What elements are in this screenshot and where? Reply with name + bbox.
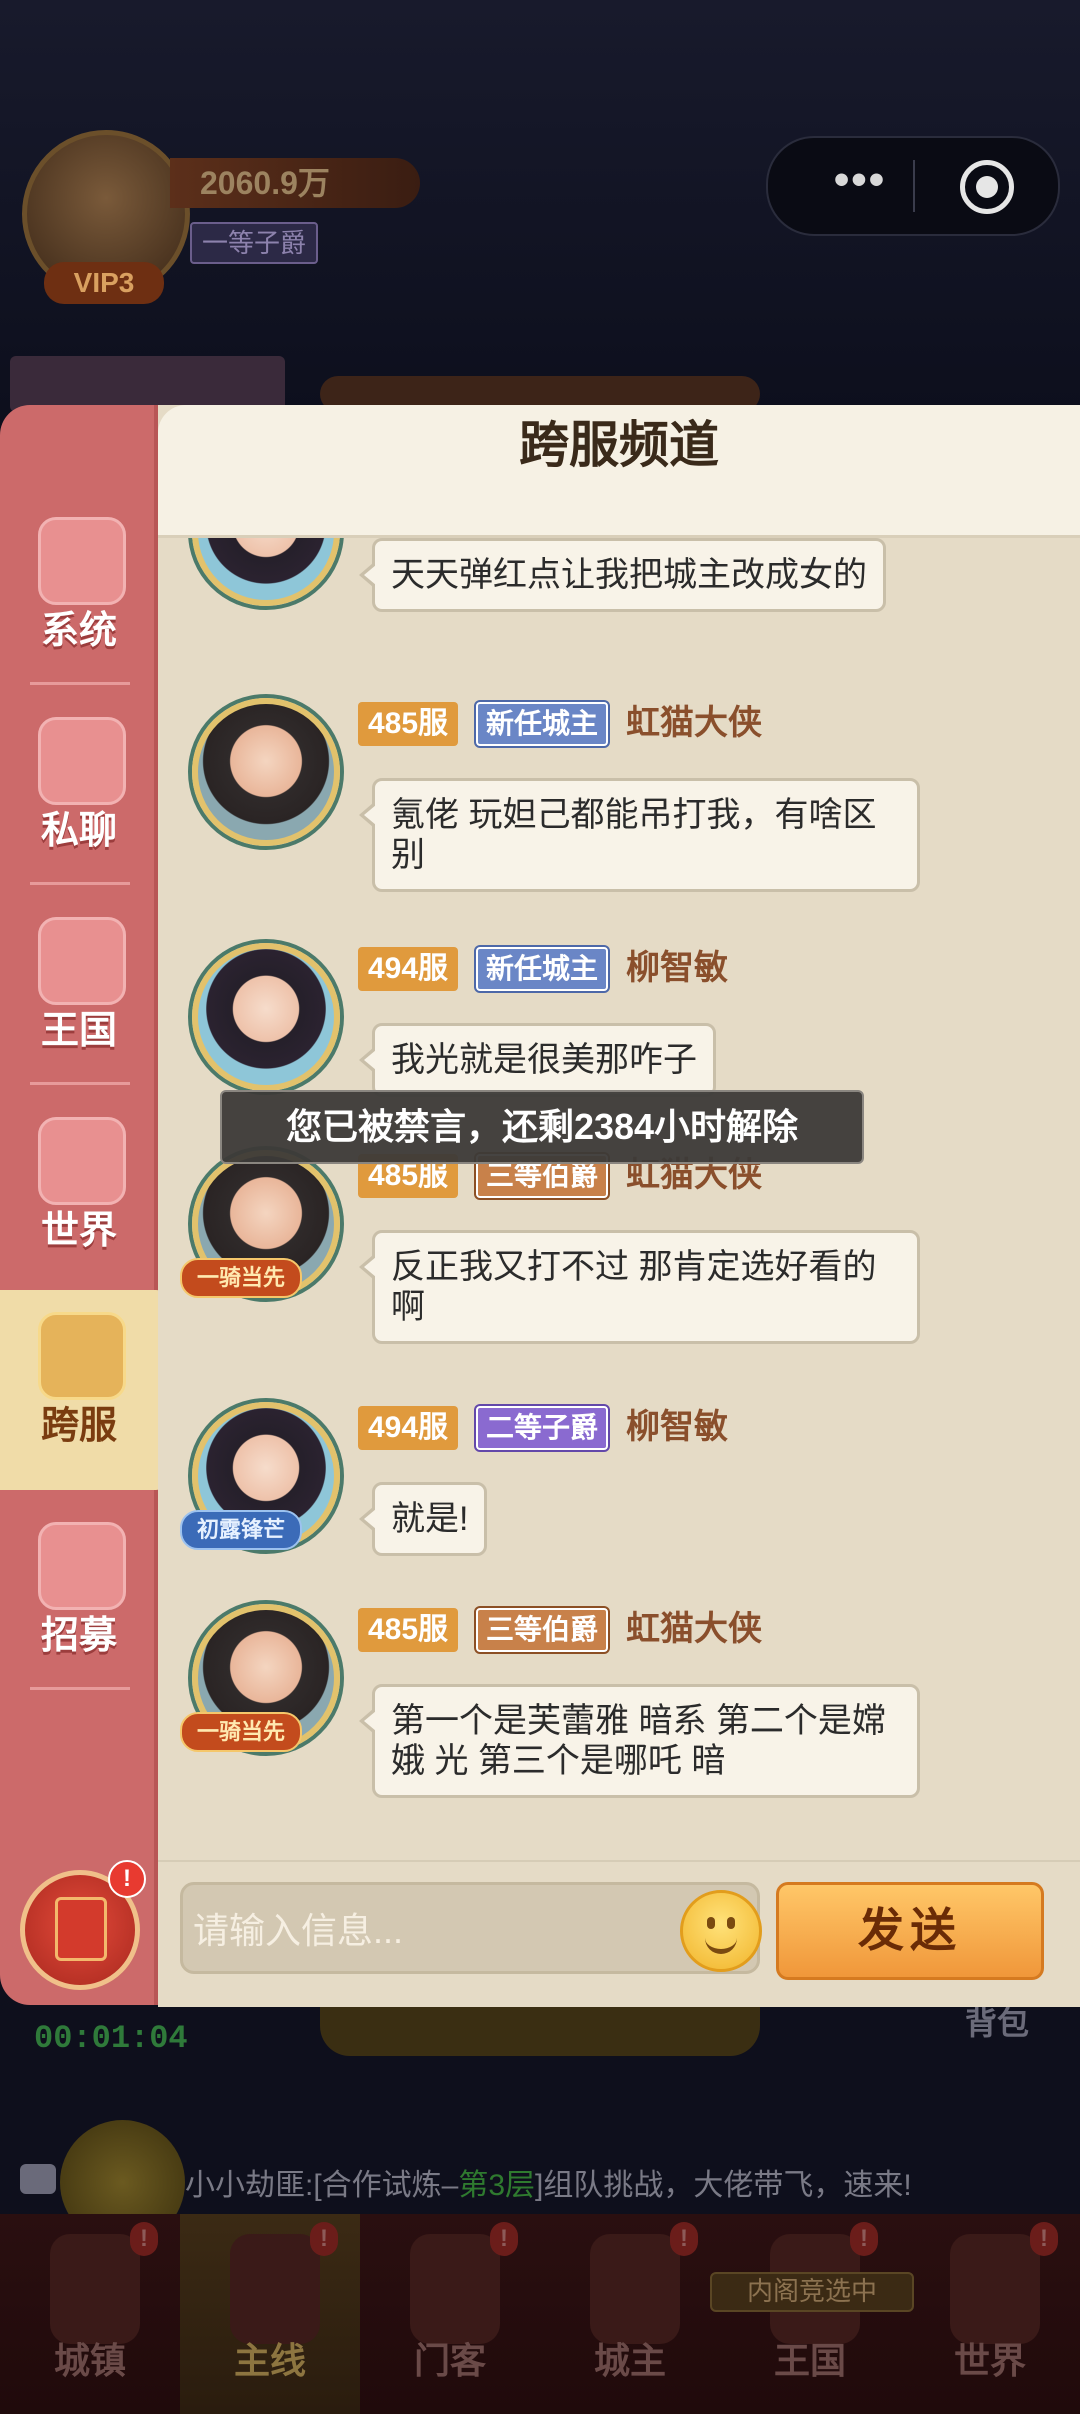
message-list[interactable]: 天天弹红点让我把城主改成女的 485服 新任城主 虹猫大侠 氪佬 玩妲己都能吊打…: [158, 538, 1080, 1858]
message-bubble: 就是!: [358, 1482, 488, 1556]
nav-label: 城镇: [53, 2340, 126, 2381]
title-tag: 新任城主: [476, 947, 609, 991]
event-banner: [10, 356, 285, 412]
nav-badge: !: [670, 2222, 698, 2256]
nav-item-town[interactable]: ! 城镇: [0, 2214, 180, 2414]
send-button[interactable]: 发送: [776, 1882, 1044, 1980]
tab-label: 王国: [40, 1010, 117, 1052]
tab-kingdom[interactable]: 王国: [0, 895, 158, 1085]
nav-label: 主线: [233, 2340, 306, 2381]
nav-item-kingdom[interactable]: 内阁竞选中 ! 王国: [710, 2214, 914, 2414]
tab-label: 私聊: [40, 810, 117, 852]
nav-badge: !: [1030, 2222, 1058, 2256]
player-rank: 一等子爵: [190, 222, 319, 264]
countdown-timer: 00:01:04: [34, 2020, 188, 2057]
lord-icon: [590, 2234, 680, 2344]
mainline-icon: [230, 2234, 320, 2344]
player-name[interactable]: 柳智敏: [626, 945, 728, 991]
nav-badge: !: [130, 2222, 158, 2256]
nav-badge: !: [850, 2222, 878, 2256]
server-badge: 485服: [358, 702, 459, 746]
tab-private[interactable]: 私聊: [0, 695, 158, 885]
nav-label: 城主: [593, 2340, 666, 2381]
tab-label: 招募: [40, 1615, 117, 1657]
world-icon: [950, 2234, 1040, 2344]
message-bubble: 氪佬 玩妲己都能吊打我，有啥区别: [359, 778, 920, 892]
notification-dot: !: [108, 1860, 146, 1898]
server-badge: 485服: [358, 1608, 459, 1652]
avatar[interactable]: [192, 943, 340, 1091]
panel-title: 跨服频道: [519, 417, 719, 473]
broadcast-text: 小小劫匪:[合作试炼–第3层]组队挑战，大佬带飞，速来!: [185, 2169, 912, 2202]
message-bubble: 第一个是芙蕾雅 暗系 第二个是嫦娥 光 第三个是哪吒 暗: [359, 1684, 920, 1798]
handshake-icon: [38, 1522, 126, 1610]
nav-badge: !: [310, 2222, 338, 2256]
chat-bubble-icon: [38, 717, 126, 805]
title-tag: 三等伯爵: [476, 1608, 609, 1652]
avatar[interactable]: [192, 538, 340, 606]
nav-label: 门客: [413, 2340, 486, 2381]
avatar-frame-tag: 初露锋芒: [180, 1510, 302, 1550]
server-badge: 494服: [358, 1406, 459, 1450]
tab-label: 跨服: [40, 1405, 117, 1447]
message-icon: [20, 2164, 56, 2194]
avatar-frame-tag: 一骑当先: [180, 1258, 302, 1298]
capsule-divider: [913, 160, 915, 212]
emoji-icon[interactable]: [680, 1890, 762, 1972]
message-input[interactable]: 请输入信息...: [180, 1882, 760, 1974]
tab-divider: [30, 682, 130, 685]
message-bubble: 天天弹红点让我把城主改成女的: [359, 538, 886, 612]
nav-item-mainline[interactable]: ! 主线: [180, 2214, 360, 2414]
fan-icon: [410, 2234, 500, 2344]
player-name[interactable]: 虹猫大侠: [626, 700, 762, 746]
tab-divider: [30, 882, 130, 885]
nav-item-lord[interactable]: ! 城主: [540, 2214, 720, 2414]
server-badge: 494服: [358, 947, 459, 991]
emoji-eye: [707, 1917, 715, 1929]
avatar[interactable]: [192, 698, 340, 846]
emoji-eye: [727, 1917, 735, 1929]
tab-label: 世界: [40, 1210, 117, 1252]
tab-recruit[interactable]: 招募: [0, 1500, 158, 1690]
nav-label: 世界: [953, 2340, 1026, 2381]
nav-badge: !: [490, 2222, 518, 2256]
power-value: 2060.9万: [200, 165, 330, 201]
message-bubble: 我光就是很美那咋子: [359, 1023, 716, 1097]
avatar-frame-tag: 一骑当先: [180, 1712, 302, 1752]
close-target-icon[interactable]: [960, 160, 1014, 214]
channel-tab-rail: 系统 私聊 王国 世界 跨服 招募: [0, 405, 186, 2005]
bell-icon: [38, 517, 126, 605]
tab-system[interactable]: 系统: [0, 495, 158, 685]
nav-label: 王国: [773, 2340, 846, 2381]
nav-item-world[interactable]: ! 世界: [900, 2214, 1080, 2414]
title-tag: 新任城主: [476, 702, 609, 746]
cloud-world-icon: [38, 1117, 126, 1205]
bottom-nav: ! 城镇 ! 主线 ! 门客 ! 城主 内阁竞选中 ! 王国 ! 世界: [0, 2214, 1080, 2414]
tab-world[interactable]: 世界: [0, 1095, 158, 1285]
planet-icon: [38, 1312, 126, 1400]
tab-divider: [30, 1082, 130, 1085]
miniprogram-capsule: •••: [766, 136, 1060, 236]
title-tag: 二等子爵: [476, 1406, 609, 1450]
player-name[interactable]: 柳智敏: [626, 1404, 728, 1450]
mute-toast: 您已被禁言，还剩2384小时解除: [220, 1090, 864, 1164]
tab-cross-server[interactable]: 跨服: [0, 1290, 186, 1490]
red-envelope-icon: [55, 1897, 107, 1961]
more-icon[interactable]: •••: [810, 158, 910, 208]
vip-badge: VIP3: [44, 262, 164, 304]
tab-label: 系统: [40, 610, 117, 652]
town-icon: [50, 2234, 140, 2344]
player-name[interactable]: 虹猫大侠: [626, 1606, 762, 1652]
emoji-mouth: [705, 1935, 737, 1954]
election-tag: 内阁竞选中: [710, 2272, 914, 2312]
message-bubble: 反正我又打不过 那肯定选好看的啊: [359, 1230, 920, 1344]
tab-divider: [30, 1687, 130, 1690]
kingdom-banner-icon: [38, 917, 126, 1005]
nav-item-retainers[interactable]: ! 门客: [360, 2214, 540, 2414]
